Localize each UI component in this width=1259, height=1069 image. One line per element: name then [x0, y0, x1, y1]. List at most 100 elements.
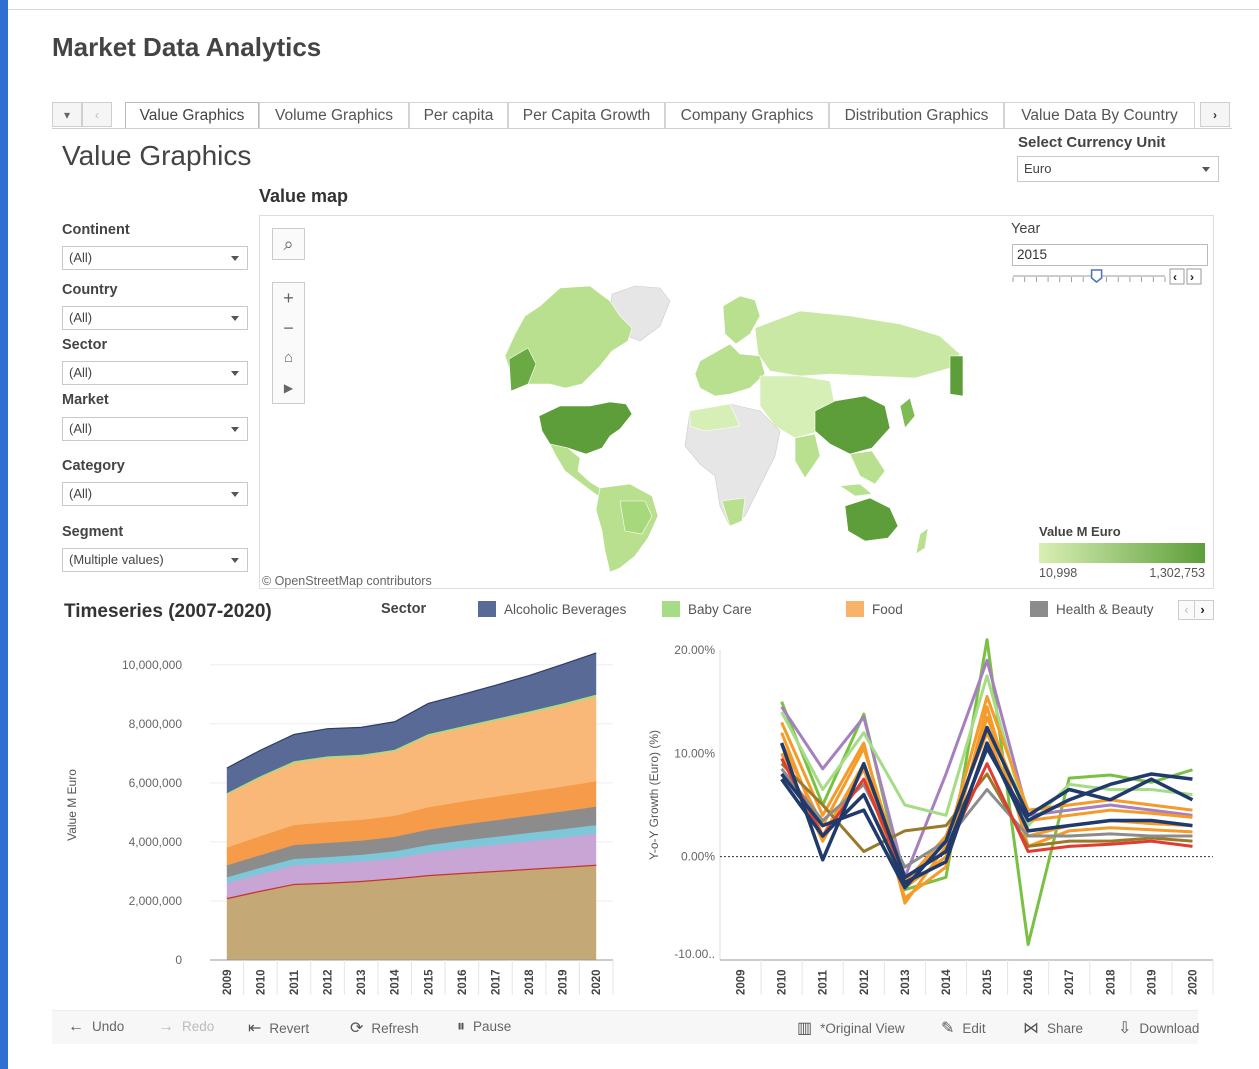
chevron-down-icon: [231, 558, 239, 563]
legend-item-alcoholic-beverages[interactable]: Alcoholic Beverages: [478, 601, 626, 617]
map-search-button[interactable]: ⌕: [272, 228, 305, 260]
x-tick-label: 2009: [222, 969, 234, 995]
original-view-button[interactable]: ▥ *Original View: [797, 1018, 905, 1038]
filter-continent-dropdown[interactable]: (All): [62, 246, 248, 270]
legend-item-baby-care[interactable]: Baby Care: [662, 601, 752, 617]
share-label: Share: [1047, 1021, 1084, 1036]
legend-item-health-beauty[interactable]: Health & Beauty: [1030, 601, 1154, 617]
filter-sector-dropdown[interactable]: (All): [62, 361, 248, 385]
refresh-icon: ⟳: [350, 1020, 364, 1037]
arrow-left-icon: ←: [68, 1018, 84, 1035]
filter-country-dropdown[interactable]: (All): [62, 306, 248, 330]
download-button[interactable]: ⇩ Download: [1118, 1018, 1199, 1038]
filter-label-sector: Sector: [62, 337, 108, 353]
legend-label: Health & Beauty: [1056, 602, 1154, 617]
x-tick-label: 2017: [490, 969, 502, 995]
undo-button[interactable]: ← Undo: [68, 1018, 124, 1036]
y-tick-label: 0: [175, 953, 182, 967]
y-tick-label: 2,000,000: [129, 894, 183, 908]
tab-value-data-by-country[interactable]: Value Data By Country: [1004, 102, 1195, 128]
x-tick-label: 2016: [457, 969, 469, 995]
currency-dropdown[interactable]: Euro: [1017, 156, 1219, 182]
filter-segment-dropdown[interactable]: (Multiple values): [62, 548, 248, 572]
timeseries-title: Timeseries (2007-2020): [64, 601, 272, 622]
tab-company-graphics[interactable]: Company Graphics: [665, 102, 829, 128]
legend-next-icon[interactable]: ›: [1194, 601, 1210, 618]
year-slider[interactable]: ‹ ›: [1010, 268, 1210, 290]
redo-label: Redo: [182, 1019, 215, 1034]
map-legend-min: 10,998: [1039, 566, 1078, 580]
x-tick-label: 2019: [1146, 969, 1158, 995]
x-tick-label: 2017: [1064, 969, 1076, 995]
legend-label: Alcoholic Beverages: [504, 602, 627, 617]
map-legend-max: 1,302,753: [1149, 566, 1205, 580]
undo-label: Undo: [92, 1019, 125, 1034]
play-icon[interactable]: ▶: [273, 373, 304, 403]
legend-item-food[interactable]: Food: [846, 601, 903, 617]
bottom-toolbar: ← Undo → Redo ⇤ Revert ⟳ Refresh ⏸ Pause ▥ *Or…: [52, 1010, 1199, 1044]
tab-volume-graphics[interactable]: Volume Graphics: [259, 102, 409, 128]
filter-market-value: (All): [69, 421, 93, 436]
tab-menu-dropdown[interactable]: ▾: [52, 102, 82, 127]
chevron-down-icon: [231, 492, 239, 497]
map-attribution[interactable]: © OpenStreetMap contributors: [260, 574, 434, 588]
filter-category-dropdown[interactable]: (All): [62, 482, 248, 506]
year-input[interactable]: 2015: [1012, 244, 1208, 266]
x-tick-label: 2020: [1187, 969, 1199, 995]
legend-label: Food: [872, 602, 903, 617]
y-tick-label: 10,000,000: [122, 658, 182, 672]
y-tick-label: 20.00%: [674, 643, 715, 657]
revert-button[interactable]: ⇤ Revert: [248, 1018, 309, 1038]
pause-icon: ⏸: [457, 1018, 466, 1035]
x-tick-label: 2019: [558, 969, 570, 995]
home-icon[interactable]: ⌂: [273, 343, 304, 373]
search-icon: ⌕: [283, 234, 294, 254]
x-tick-label: 2013: [900, 969, 912, 995]
edit-button[interactable]: ✎ Edit: [941, 1018, 986, 1038]
x-tick-label: 2012: [859, 969, 871, 995]
tab-scroll-right-button[interactable]: ›: [1200, 102, 1230, 127]
tab-bar: ▾ ‹ Value Graphics Volume Graphics Per c…: [52, 102, 1232, 129]
redo-button[interactable]: → Redo: [158, 1018, 214, 1036]
tab-per-capita[interactable]: Per capita: [409, 102, 508, 128]
x-tick-label: 2020: [591, 969, 603, 995]
pause-button[interactable]: ⏸ Pause: [457, 1018, 511, 1036]
page-title: Market Data Analytics: [52, 32, 322, 62]
tab-distribution-graphics[interactable]: Distribution Graphics: [829, 102, 1004, 128]
area-chart[interactable]: 0 2,000,000 4,000,000 6,000,000 8,000,000 10,…: [60, 630, 640, 1010]
tab-value-graphics[interactable]: Value Graphics: [125, 102, 259, 128]
slider-thumb[interactable]: [1090, 269, 1103, 283]
legend-swatch: [846, 601, 864, 617]
y-axis-label: Value M Euro: [65, 769, 79, 841]
arrow-right-icon: →: [158, 1018, 174, 1035]
growth-line-chart[interactable]: -10.00.. 0.00% 10.00% 20.00% Y-o-Y Growth (E…: [640, 630, 1220, 1010]
x-tick-label: 2012: [323, 969, 335, 995]
share-icon: ⋈: [1023, 1020, 1039, 1037]
legend-prev-icon[interactable]: ‹: [1179, 601, 1194, 618]
refresh-label: Refresh: [371, 1021, 419, 1036]
filter-label-country: Country: [62, 282, 118, 298]
y-tick-label: 6,000,000: [129, 776, 183, 790]
dashboard-title: Value Graphics: [62, 140, 252, 171]
share-button[interactable]: ⋈ Share: [1023, 1018, 1083, 1038]
zoom-in-button[interactable]: +: [273, 283, 304, 313]
window-left-border: [0, 0, 8, 1069]
filter-country-value: (All): [69, 310, 93, 325]
refresh-button[interactable]: ⟳ Refresh: [350, 1018, 419, 1038]
map-legend-colorbar: [1039, 543, 1205, 563]
legend-swatch: [662, 601, 680, 617]
x-tick-label: 2015: [982, 969, 994, 995]
edit-label: Edit: [962, 1021, 986, 1036]
y-tick-label: 4,000,000: [129, 835, 183, 849]
x-tick-label: 2013: [356, 969, 368, 995]
tab-scroll-left-button[interactable]: ‹: [82, 102, 112, 127]
map-title: Value map: [259, 186, 349, 206]
x-tick-label: 2018: [524, 969, 536, 995]
filter-market-dropdown[interactable]: (All): [62, 417, 248, 441]
value-map[interactable]: ⌕ + − ⌂ ▶ Year 2015 ‹ › Value M Euro 10,…: [259, 215, 1214, 589]
zoom-out-button[interactable]: −: [273, 313, 304, 343]
download-icon: ⇩: [1118, 1020, 1132, 1037]
tab-per-capita-growth[interactable]: Per Capita Growth: [508, 102, 665, 128]
chevron-down-icon: [231, 316, 239, 321]
filter-segment-value: (Multiple values): [69, 552, 164, 567]
